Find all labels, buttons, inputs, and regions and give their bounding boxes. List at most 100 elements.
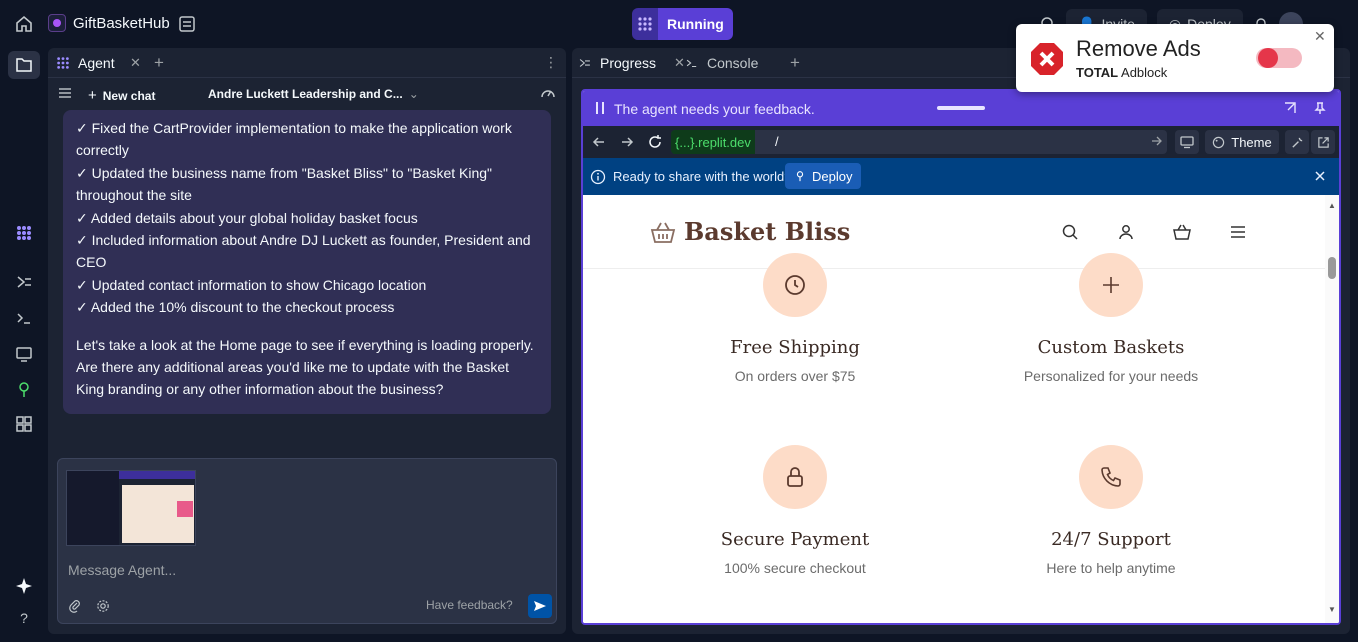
scrollbar-thumb[interactable] xyxy=(1328,257,1336,279)
app-logo-icon[interactable] xyxy=(48,14,66,32)
url-field[interactable]: {...}.replit.dev / xyxy=(671,130,1167,154)
close-icon[interactable] xyxy=(1313,169,1327,183)
remove-ads-toggle[interactable] xyxy=(1256,48,1302,68)
agent-rail-icon[interactable] xyxy=(14,223,34,243)
monitor-icon xyxy=(1180,136,1194,149)
run-control[interactable]: Running xyxy=(632,8,733,40)
forward-icon[interactable] xyxy=(619,134,635,150)
notes-icon[interactable] xyxy=(178,15,196,33)
drag-handle[interactable] xyxy=(937,106,985,110)
scrollbar[interactable]: ▲ ▼ xyxy=(1325,195,1339,623)
cart-basket-icon[interactable] xyxy=(1173,223,1191,241)
monitor-rail-icon[interactable] xyxy=(14,344,34,364)
feature-subtitle: Personalized for your needs xyxy=(1023,368,1199,384)
phone-icon xyxy=(1079,445,1143,509)
deploy-icon xyxy=(796,171,804,182)
agent-feedback-banner: The agent needs your feedback. xyxy=(583,91,1339,126)
left-rail: ? xyxy=(0,48,48,642)
gear-icon[interactable] xyxy=(96,599,110,613)
files-icon[interactable] xyxy=(14,55,34,75)
feature-subtitle: 100% secure checkout xyxy=(724,560,866,576)
go-arrow-icon[interactable] xyxy=(1151,134,1163,148)
console-rail-icon[interactable] xyxy=(14,308,34,328)
agent-message: ✓ Fixed the CartProvider implementation … xyxy=(63,110,551,414)
scroll-up-icon[interactable]: ▲ xyxy=(1328,201,1336,210)
palette-icon xyxy=(1213,136,1225,148)
add-tab-icon[interactable]: + xyxy=(154,53,164,73)
adblock-popup: Remove Ads TOTAL Adblock ✕ xyxy=(1016,24,1334,92)
deploy-rail-icon[interactable] xyxy=(14,380,34,400)
tab-console[interactable]: Console xyxy=(685,48,758,78)
kebab-menu-icon[interactable]: ⋮ xyxy=(544,54,558,71)
expand-icon[interactable] xyxy=(1283,101,1297,115)
url-path: / xyxy=(775,134,779,149)
close-tab-icon[interactable]: ✕ xyxy=(130,55,141,71)
message-composer[interactable]: Message Agent... Have feedback? xyxy=(57,458,557,624)
scroll-down-icon[interactable]: ▼ xyxy=(1328,605,1336,614)
adblock-title: Remove Ads xyxy=(1076,36,1201,61)
refresh-icon[interactable] xyxy=(647,134,663,150)
new-chat-label: New chat xyxy=(102,88,156,103)
progress-icon xyxy=(579,59,590,67)
message-line: ✓ Included information about Andre DJ Lu… xyxy=(76,232,531,271)
plus-icon xyxy=(1079,253,1143,317)
external-link-icon xyxy=(1317,136,1329,148)
message-input[interactable]: Message Agent... xyxy=(68,562,176,578)
apps-rail-icon[interactable] xyxy=(14,414,34,434)
share-deploy-button[interactable]: Deploy xyxy=(785,163,862,189)
message-line: ✓ Updated the business name from "Basket… xyxy=(76,164,493,204)
message-line: ✓ Fixed the CartProvider implementation … xyxy=(76,120,512,159)
site-logo[interactable]: Basket Bliss xyxy=(650,217,850,246)
open-external-button[interactable] xyxy=(1311,130,1335,154)
lock-icon xyxy=(763,445,827,509)
paperclip-icon[interactable] xyxy=(68,599,82,613)
help-icon[interactable]: ? xyxy=(14,608,34,628)
wrench-icon xyxy=(1291,137,1302,148)
add-tab-icon[interactable]: + xyxy=(790,53,800,73)
tab-agent[interactable]: Agent ✕ xyxy=(48,48,148,78)
chat-selector[interactable]: Andre Luckett Leadership and C... ⌄ xyxy=(208,87,419,101)
feature-card: 24/7 Support Here to help anytime xyxy=(991,445,1231,576)
home-icon[interactable] xyxy=(14,14,34,34)
feature-title: Free Shipping xyxy=(730,337,860,358)
pause-icon[interactable] xyxy=(595,101,605,115)
pin-icon[interactable] xyxy=(1313,101,1327,115)
feature-card: Custom Baskets Personalized for your nee… xyxy=(991,253,1231,384)
agent-tab-icon xyxy=(57,57,69,69)
share-text: Ready to share with the world? xyxy=(613,169,792,184)
running-button[interactable]: Running xyxy=(658,8,733,40)
message-followup: Let's take a look at the Home page to se… xyxy=(76,336,534,398)
gauge-icon[interactable] xyxy=(540,85,556,101)
screenshot-attachment[interactable] xyxy=(66,470,196,546)
menu-icon[interactable] xyxy=(1229,223,1247,241)
url-bar: {...}.replit.dev / Theme xyxy=(583,126,1339,158)
new-chat-button[interactable]: + New chat xyxy=(88,87,155,104)
tab-agent-label: Agent xyxy=(78,55,115,71)
send-button[interactable] xyxy=(528,594,552,618)
app-name[interactable]: GiftBasketHub xyxy=(73,15,170,32)
feature-subtitle: Here to help anytime xyxy=(1046,560,1176,576)
tab-console-label: Console xyxy=(707,55,759,71)
sparkle-icon[interactable] xyxy=(14,576,34,596)
plus-icon: + xyxy=(88,87,97,104)
theme-button[interactable]: Theme xyxy=(1205,130,1279,154)
adblock-brand-bold: TOTAL xyxy=(1076,65,1119,80)
back-icon[interactable] xyxy=(591,134,607,150)
feedback-banner-text: The agent needs your feedback. xyxy=(614,101,815,117)
chevron-down-icon: ⌄ xyxy=(408,87,419,101)
progress-rail-icon[interactable] xyxy=(14,272,34,292)
feedback-link[interactable]: Have feedback? xyxy=(426,598,513,612)
tab-progress-label: Progress xyxy=(600,55,657,71)
tools-button[interactable] xyxy=(1285,130,1309,154)
close-tab-icon[interactable]: ✕ xyxy=(674,55,685,71)
clock-icon xyxy=(763,253,827,317)
user-icon[interactable] xyxy=(1117,223,1135,241)
webview-preview: The agent needs your feedback. {...}.rep… xyxy=(581,89,1341,625)
chat-title: Andre Luckett Leadership and C... xyxy=(208,87,403,101)
close-icon[interactable]: ✕ xyxy=(1314,28,1326,45)
tab-progress[interactable]: Progress ✕ xyxy=(578,48,685,78)
list-icon[interactable] xyxy=(58,86,72,100)
search-icon[interactable] xyxy=(1061,223,1079,241)
feature-card: Secure Payment 100% secure checkout xyxy=(675,445,915,576)
device-toggle-button[interactable] xyxy=(1175,130,1199,154)
